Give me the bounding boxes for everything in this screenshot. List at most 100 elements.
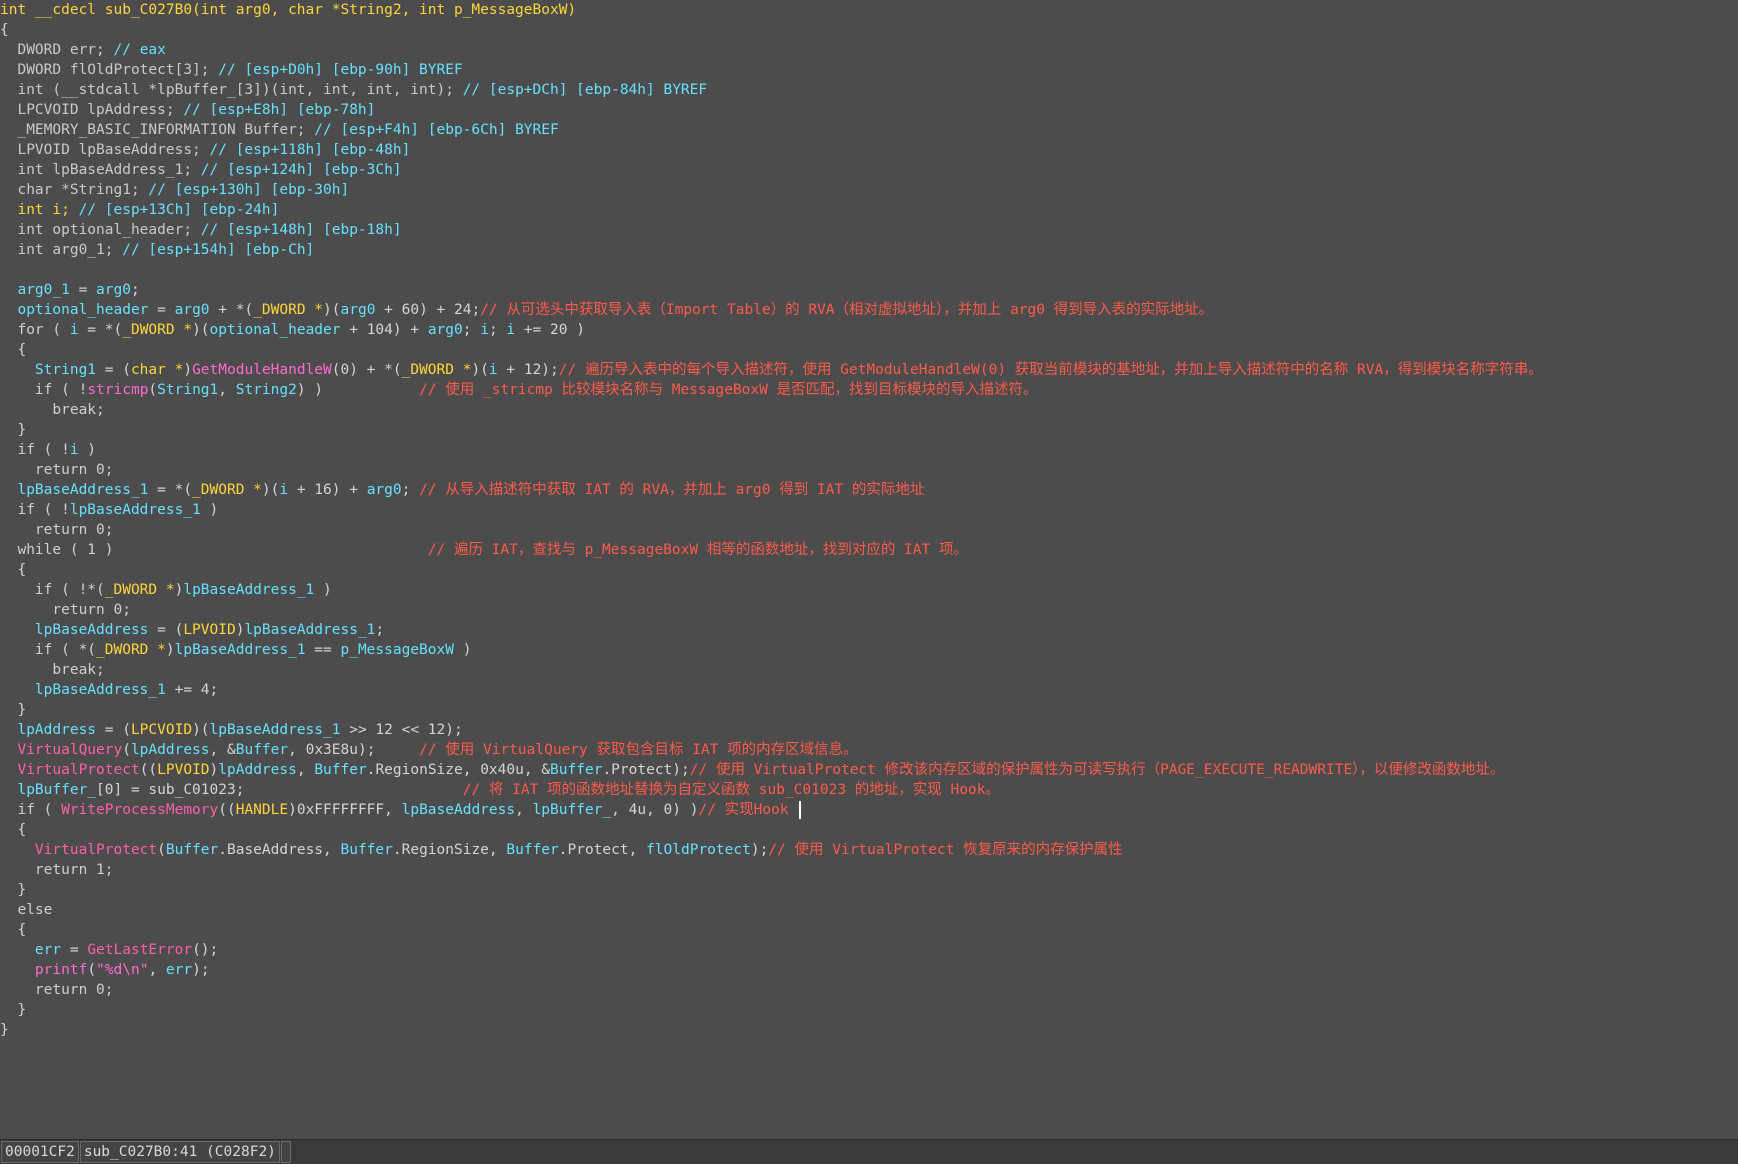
code-line[interactable]: int i; // [esp+13Ch] [ebp-24h] (0, 200, 1738, 220)
code-line[interactable]: _MEMORY_BASIC_INFORMATION Buffer; // [es… (0, 120, 1738, 140)
code-token: )( (261, 482, 280, 498)
code-token: if ( (0, 802, 62, 818)
code-line[interactable]: if ( !lpBaseAddress_1 ) (0, 500, 1738, 520)
code-token: = ( (96, 722, 131, 738)
code-token: int lpBaseAddress_1; (0, 162, 201, 178)
code-line[interactable]: { (0, 340, 1738, 360)
code-token: == (305, 642, 341, 658)
code-line[interactable]: } (0, 1020, 1738, 1040)
code-line[interactable]: lpBaseAddress_1 += 4; (0, 680, 1738, 700)
code-token: WriteProcessMemory (61, 802, 219, 818)
code-line[interactable]: else (0, 900, 1738, 920)
code-line[interactable]: DWORD err; // eax (0, 40, 1738, 60)
code-line[interactable]: lpBuffer_[0] = sub_C01023; // 将 IAT 项的函数… (0, 780, 1738, 800)
code-line[interactable]: { (0, 820, 1738, 840)
code-line[interactable]: VirtualProtect(Buffer.BaseAddress, Buffe… (0, 840, 1738, 860)
code-line[interactable]: return 0; (0, 600, 1738, 620)
code-line[interactable]: LPCVOID lpAddress; // [esp+E8h] [ebp-78h… (0, 100, 1738, 120)
code-token: arg0 (427, 322, 463, 338)
code-line[interactable]: VirtualQuery(lpAddress, &Buffer, 0x3E8u)… (0, 740, 1738, 760)
code-line[interactable]: } (0, 880, 1738, 900)
code-token: arg0 (366, 482, 402, 498)
code-token: ) (453, 642, 472, 658)
code-line[interactable]: if ( !i ) (0, 440, 1738, 460)
code-line[interactable]: VirtualProtect((LPVOID)lpAddress, Buffer… (0, 760, 1738, 780)
code-token: { (0, 22, 9, 38)
code-line[interactable]: char *String1; // [esp+130h] [ebp-30h] (0, 180, 1738, 200)
code-line[interactable]: return 0; (0, 980, 1738, 1000)
pseudocode-view[interactable]: int __cdecl sub_C027B0(int arg0, char *S… (0, 0, 1738, 1140)
code-line[interactable]: if ( !*(_DWORD *)lpBaseAddress_1 ) (0, 580, 1738, 600)
code-token: i (488, 362, 498, 378)
code-token: (); (192, 942, 219, 958)
code-line[interactable]: } (0, 1000, 1738, 1020)
code-token: int (__stdcall *lpBuffer_[3])(int, int, … (0, 82, 463, 98)
code-token: _MEMORY_BASIC_INFORMATION Buffer; (0, 122, 315, 138)
code-line[interactable]: } (0, 420, 1738, 440)
code-line[interactable]: while ( 1 ) // 遍历 IAT，查找与 p_MessageBoxW … (0, 540, 1738, 560)
code-line[interactable]: int (__stdcall *lpBuffer_[3])(int, int, … (0, 80, 1738, 100)
code-token: err (165, 962, 193, 978)
code-line[interactable]: int arg0_1; // [esp+154h] [ebp-Ch] (0, 240, 1738, 260)
code-line[interactable]: String1 = (char *)GetModuleHandleW(0) + … (0, 360, 1738, 380)
code-token: Buffer (506, 842, 559, 858)
code-token: // [esp+124h] [ebp-3Ch] (200, 162, 402, 178)
code-token: lpBaseAddress (0, 622, 149, 638)
code-token: lpBaseAddress_1 (183, 582, 315, 598)
code-line[interactable]: break; (0, 660, 1738, 680)
code-line[interactable]: arg0_1 = arg0; (0, 280, 1738, 300)
code-token: ( (148, 382, 158, 398)
cursor-location: sub_C027B0:41 (C028F2) (79, 1141, 280, 1163)
code-line[interactable]: optional_header = arg0 + *(_DWORD *)(arg… (0, 300, 1738, 320)
code-line[interactable]: err = GetLastError(); (0, 940, 1738, 960)
code-token: if ( ! (0, 502, 70, 518)
code-line[interactable]: int lpBaseAddress_1; // [esp+124h] [ebp-… (0, 160, 1738, 180)
code-line[interactable]: if ( WriteProcessMemory((HANDLE)0xFFFFFF… (0, 800, 1738, 820)
code-line[interactable]: int __cdecl sub_C027B0(int arg0, char *S… (0, 0, 1738, 20)
code-token: arg0 (340, 302, 376, 318)
code-line[interactable]: return 0; (0, 460, 1738, 480)
code-line[interactable]: int optional_header; // [esp+148h] [ebp-… (0, 220, 1738, 240)
code-token: LPVOID lpBaseAddress; (0, 142, 210, 158)
code-token: = *( (78, 322, 123, 338)
code-line[interactable]: lpBaseAddress = (LPVOID)lpBaseAddress_1; (0, 620, 1738, 640)
code-line[interactable]: LPVOID lpBaseAddress; // [esp+118h] [ebp… (0, 140, 1738, 160)
code-line[interactable]: if ( !stricmp(String1, String2) ) // 使用 … (0, 380, 1738, 400)
code-token: GetLastError (87, 942, 193, 958)
code-token: >> 12 << 12); (340, 722, 463, 738)
code-line[interactable]: { (0, 20, 1738, 40)
code-token: // [esp+118h] [ebp-48h] (209, 142, 411, 158)
code-line[interactable]: { (0, 920, 1738, 940)
code-line[interactable]: lpBaseAddress_1 = *(_DWORD *)(i + 16) + … (0, 480, 1738, 500)
code-token: GetModuleHandleW (192, 362, 332, 378)
code-line[interactable]: return 1; (0, 860, 1738, 880)
code-line[interactable]: lpAddress = (LPCVOID)(lpBaseAddress_1 >>… (0, 720, 1738, 740)
code-line[interactable]: if ( *(_DWORD *)lpBaseAddress_1 == p_Mes… (0, 640, 1738, 660)
code-line[interactable]: { (0, 560, 1738, 580)
code-token: = (69, 282, 97, 298)
code-line[interactable]: DWORD flOldProtect[3]; // [esp+D0h] [ebp… (0, 60, 1738, 80)
code-token: { (0, 342, 27, 358)
code-line[interactable]: for ( i = *(_DWORD *)(optional_header + … (0, 320, 1738, 340)
code-token: // [esp+130h] [ebp-30h] (148, 182, 350, 198)
code-token: } (0, 422, 27, 438)
code-line[interactable]: printf("%d\n", err); (0, 960, 1738, 980)
code-comment: // 使用 _stricmp 比较模块名称与 MessageBoxW 是否匹配，… (419, 382, 1038, 398)
code-token: _DWORD * (122, 322, 193, 338)
code-token: ) (209, 762, 219, 778)
code-token: i (506, 322, 516, 338)
code-token: return 0; (0, 522, 114, 538)
code-line[interactable] (0, 260, 1738, 280)
code-line[interactable]: } (0, 700, 1738, 720)
code-token: , 0x3E8u); (288, 742, 420, 758)
code-token: VirtualProtect (0, 762, 140, 778)
code-line[interactable]: return 0; (0, 520, 1738, 540)
code-line[interactable]: break; (0, 400, 1738, 420)
code-token: // [esp+DCh] [ebp-84h] BYREF (462, 82, 708, 98)
code-token: arg0 (96, 282, 131, 298)
code-token: (( (139, 762, 158, 778)
code-token: DWORD (0, 42, 70, 58)
code-token: optional_header (0, 302, 149, 318)
code-token: .Protect, (558, 842, 647, 858)
code-token: lpAddress (130, 742, 210, 758)
